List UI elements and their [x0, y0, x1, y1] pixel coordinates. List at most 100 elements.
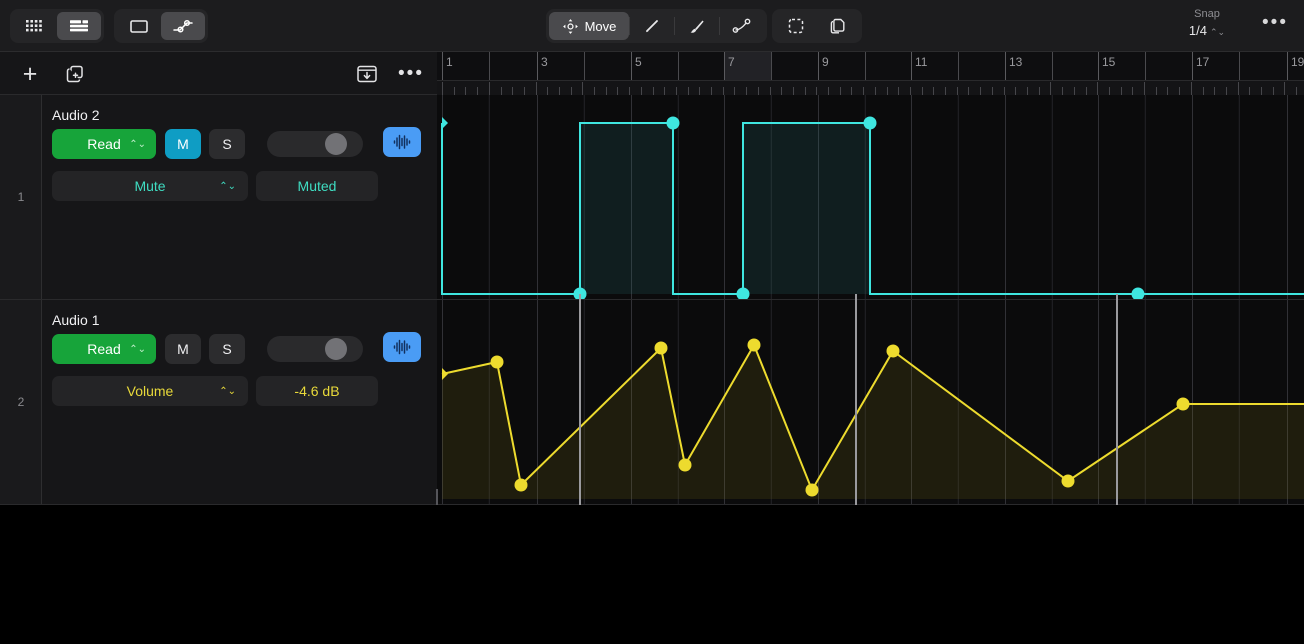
ruler-tick — [1039, 87, 1040, 95]
snap-value[interactable]: 1/4 ⌃⌄ — [1168, 22, 1246, 41]
parameter-select-1[interactable]: Mute ⌃⌄ — [52, 171, 248, 201]
mute-button-2[interactable]: M — [165, 334, 201, 364]
track-name-1: Audio 2 — [52, 107, 100, 123]
toolbar-more-button[interactable]: ••• — [1260, 13, 1290, 36]
duplicate-button[interactable] — [817, 12, 859, 40]
ruler-tick — [805, 87, 806, 95]
ruler-tick — [957, 87, 958, 95]
ruler-tick — [454, 87, 455, 95]
parameter-select-2[interactable]: Volume ⌃⌄ — [52, 376, 248, 406]
automation-node[interactable] — [886, 344, 900, 358]
automation-node[interactable] — [736, 287, 750, 301]
automation-node[interactable] — [863, 116, 877, 130]
snap-value-text: 1/4 — [1188, 23, 1207, 38]
automation-mode-button-1[interactable]: Read ⌃⌄ — [52, 129, 156, 159]
chevron-updown-icon: ⌃⌄ — [129, 343, 146, 355]
marquee-icon — [788, 18, 804, 34]
ruler-tick — [1086, 87, 1087, 95]
automation-lane-1[interactable] — [437, 95, 1304, 300]
bar-number: 3 — [541, 55, 548, 69]
automation-node[interactable] — [678, 458, 692, 472]
automation-node[interactable] — [654, 341, 668, 355]
automation-curve-1[interactable] — [437, 95, 1304, 300]
automation-lane-2[interactable] — [437, 300, 1304, 505]
ruler-tick — [1074, 87, 1075, 95]
ruler-tick — [840, 87, 841, 95]
ruler-tick — [863, 87, 864, 95]
automation-node[interactable] — [1061, 474, 1075, 488]
move-tool-label: Move — [584, 18, 617, 34]
automation-mode-button-2[interactable]: Read ⌃⌄ — [52, 334, 156, 364]
automation-node[interactable] — [490, 355, 504, 369]
ruler-tick — [1284, 82, 1285, 95]
ruler-tick — [1179, 87, 1180, 95]
automation-mode-label-1: Read — [87, 136, 121, 152]
automation-line[interactable] — [441, 122, 1304, 295]
bar-line — [1051, 52, 1053, 80]
waveform-button-2[interactable] — [383, 332, 421, 362]
list-view-button[interactable] — [57, 12, 101, 40]
bar-number: 5 — [635, 55, 642, 69]
automation-curve-2[interactable] — [437, 300, 1304, 505]
ruler-tick — [676, 87, 677, 95]
ruler-tick — [1062, 87, 1063, 95]
bar-line — [488, 52, 490, 80]
ruler-tick — [723, 87, 724, 95]
track-toggle-2[interactable] — [267, 336, 363, 362]
ruler-tick — [571, 87, 572, 95]
bar-number: 17 — [1196, 55, 1210, 69]
automation-node[interactable] — [1131, 287, 1145, 301]
add-track-button[interactable]: + — [17, 62, 43, 87]
ruler-tick — [781, 87, 782, 95]
automation-node[interactable] — [514, 478, 528, 492]
track-name-2: Audio 1 — [52, 312, 100, 328]
ruler-tick — [653, 87, 654, 95]
lane-edge-tick — [436, 489, 438, 505]
automation-node[interactable] — [442, 117, 448, 129]
curve-icon — [732, 18, 750, 33]
region-mode-button[interactable] — [117, 12, 161, 40]
ruler-tick — [1121, 87, 1122, 95]
brush-tool-button[interactable] — [674, 12, 719, 40]
parameter-value-1[interactable]: Muted — [256, 171, 378, 201]
snap-label: Snap — [1194, 8, 1220, 20]
ruler-tick — [933, 87, 934, 95]
track-list-more-button[interactable]: ••• — [398, 62, 424, 86]
track-toggle-1[interactable] — [267, 131, 363, 157]
marquee-select-button[interactable] — [775, 12, 817, 40]
automation-node[interactable] — [747, 338, 761, 352]
pencil-tool-button[interactable] — [629, 12, 674, 40]
automation-node[interactable] — [666, 116, 680, 130]
ruler-tick — [770, 87, 771, 95]
parameter-value-2[interactable]: -4.6 dB — [256, 376, 378, 406]
solo-button-2[interactable]: S — [209, 334, 245, 364]
ruler-tick — [828, 87, 829, 95]
automation-node[interactable] — [805, 483, 819, 497]
track-header-2[interactable]: 2 Audio 1 Read ⌃⌄ M S Volume ⌃⌄ -4.6 dB — [0, 300, 437, 505]
timeline-ruler[interactable]: 1 3 5 7 9 11 13 15 17 19 — [437, 52, 1304, 95]
ruler-tick — [1004, 87, 1005, 95]
grid-view-button[interactable] — [13, 12, 57, 40]
move-tool-button[interactable]: Move — [549, 12, 629, 40]
bar-line — [1238, 52, 1240, 80]
automation-node[interactable] — [1176, 397, 1190, 411]
waveform-button-1[interactable] — [383, 127, 421, 157]
solo-button-1[interactable]: S — [209, 129, 245, 159]
bar-line — [677, 52, 679, 80]
duplicate-track-button[interactable] — [62, 62, 88, 86]
mute-button-1[interactable]: M — [165, 129, 201, 159]
copy-pages-icon — [830, 18, 845, 34]
bar-number: 19 — [1291, 55, 1304, 69]
track-header-1[interactable]: 1 Audio 2 Read ⌃⌄ M S Mute ⌃⌄ Muted — [0, 95, 437, 300]
import-button[interactable] — [354, 62, 380, 86]
ruler-subdivisions — [437, 80, 1304, 95]
curve-tool-button[interactable] — [719, 12, 764, 40]
move-icon — [562, 18, 578, 34]
ruler-tick — [1238, 82, 1239, 95]
ruler-tick — [465, 87, 466, 95]
automation-mode-button[interactable] — [161, 12, 205, 40]
ruler-tick — [524, 87, 525, 95]
snap-control[interactable]: Snap 1/4 ⌃⌄ — [1168, 7, 1246, 41]
ruler-tick — [711, 87, 712, 95]
track-number-column-2: 2 — [0, 300, 42, 504]
